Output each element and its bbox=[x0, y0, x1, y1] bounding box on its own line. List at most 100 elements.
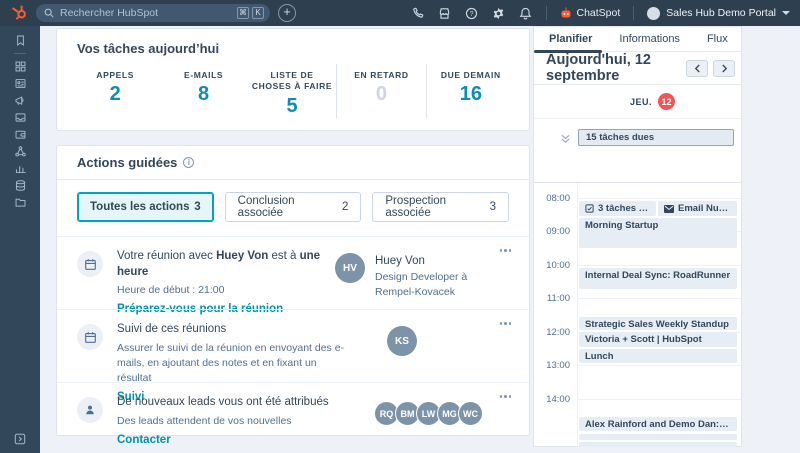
tab-count: 2 bbox=[342, 201, 348, 213]
time-column-divider bbox=[577, 183, 578, 447]
day-number-badge: 12 bbox=[658, 93, 675, 110]
top-navbar: ⌘ K + ? ChatS bbox=[0, 0, 800, 26]
avatar: KS bbox=[387, 326, 417, 356]
time-label: 12:00 bbox=[534, 327, 570, 338]
stat-label: DUE DEMAIN bbox=[431, 70, 511, 81]
time-label: 08:00 bbox=[534, 193, 570, 204]
action-item-title: Suivi de ces réunions bbox=[117, 322, 345, 338]
stat-label: LISTE DE CHOSES À FAIRE bbox=[252, 70, 332, 93]
tab-label: Toutes les actions bbox=[90, 201, 189, 213]
data-database-icon[interactable] bbox=[0, 177, 40, 194]
next-day-button[interactable] bbox=[713, 60, 735, 77]
tasks-stats-row: APPELS 2 E-MAILS 8 LISTE DE CHOSES À FAI… bbox=[57, 62, 529, 118]
global-search[interactable]: ⌘ K bbox=[36, 4, 270, 22]
contact-link[interactable]: Contacter bbox=[117, 434, 345, 446]
stat-value: 8 bbox=[163, 83, 243, 106]
marketing-megaphone-icon[interactable] bbox=[0, 92, 40, 109]
stat-value: 5 bbox=[252, 95, 332, 118]
chatspot-bot-icon bbox=[560, 7, 572, 19]
stat-emails[interactable]: E-MAILS 8 bbox=[159, 64, 247, 118]
portal-name: Sales Hub Demo Portal bbox=[666, 7, 776, 19]
chevron-left-icon bbox=[694, 64, 701, 73]
person-icon bbox=[77, 397, 103, 423]
collapse-panel-icon[interactable] bbox=[0, 433, 40, 445]
event-internal-deal-sync[interactable]: Internal Deal Sync: RoadRunner bbox=[579, 268, 737, 289]
library-folder-icon[interactable] bbox=[0, 194, 40, 211]
time-label: 14:00 bbox=[534, 394, 570, 405]
time-label: 11:00 bbox=[534, 293, 570, 304]
tab-planifier[interactable]: Planifier bbox=[549, 33, 592, 45]
event-partial bbox=[579, 434, 737, 440]
time-label: 13:00 bbox=[534, 360, 570, 371]
email-icon bbox=[664, 205, 674, 213]
hubspot-logo-icon[interactable] bbox=[10, 4, 28, 22]
more-options-icon[interactable] bbox=[496, 391, 516, 402]
bookmark-icon[interactable] bbox=[0, 32, 40, 49]
event-victoria-scott[interactable]: Victoria + Scott | HubSpot bbox=[579, 332, 737, 347]
settings-gear-icon[interactable] bbox=[492, 6, 506, 20]
calling-icon[interactable] bbox=[411, 6, 425, 20]
action-item-subtitle: Assurer le suivi de la réunion en envoya… bbox=[117, 341, 345, 387]
event-weekly-standup[interactable]: Strategic Sales Weekly Standup bbox=[579, 317, 737, 330]
chatspot-button[interactable]: ChatSpot bbox=[560, 7, 621, 19]
action-item-meeting: Votre réunion avec Huey Von est à une he… bbox=[57, 236, 529, 309]
search-input[interactable] bbox=[60, 7, 234, 19]
automations-network-icon[interactable] bbox=[0, 143, 40, 160]
action-item-subtitle: Heure de début : 21:00 bbox=[117, 283, 335, 298]
tab-closing[interactable]: Conclusion associée 2 bbox=[225, 192, 362, 222]
stat-value: 2 bbox=[75, 83, 155, 106]
event-morning-startup[interactable]: Morning Startup bbox=[579, 218, 737, 248]
marketplace-icon[interactable] bbox=[438, 6, 452, 20]
svg-text:?: ? bbox=[470, 10, 474, 17]
event-email[interactable]: Email Numbers… bbox=[658, 201, 737, 216]
event-lunch[interactable]: Lunch bbox=[579, 349, 737, 363]
guided-actions-card: Actions guidées i Toutes les actions 3 C… bbox=[56, 145, 530, 436]
event-partial bbox=[579, 442, 737, 447]
time-label: 09:00 bbox=[534, 226, 570, 237]
contacts-card-icon[interactable] bbox=[0, 75, 40, 92]
chevron-double-down-icon[interactable] bbox=[560, 131, 571, 149]
day-abbreviation: JEU. bbox=[630, 97, 652, 107]
stat-overdue[interactable]: EN RETARD 0 bbox=[336, 64, 425, 118]
create-button[interactable]: + bbox=[278, 4, 296, 22]
stat-calls[interactable]: APPELS 2 bbox=[71, 64, 159, 118]
stat-label: EN RETARD bbox=[341, 70, 421, 81]
navbar-divider bbox=[633, 6, 634, 20]
event-alex-rainford-intro[interactable]: Alex Rainford and Demo Dan: Intro bbox=[579, 417, 737, 431]
planner-panel: Planifier Informations Flux Aujourd'hui,… bbox=[533, 26, 742, 447]
navbar-right-cluster: ? ChatSpot Sales Hub Demo Portal bbox=[411, 0, 791, 26]
sidebar-divider bbox=[14, 53, 26, 54]
info-icon[interactable]: i bbox=[183, 157, 194, 168]
chevron-right-icon bbox=[721, 64, 728, 73]
event-tasks[interactable]: 3 tâches à faire bbox=[579, 201, 656, 216]
tasks-due-button[interactable]: 15 tâches dues bbox=[578, 129, 734, 146]
commerce-wallet-icon[interactable] bbox=[0, 126, 40, 143]
all-day-section: 15 tâches dues bbox=[534, 119, 741, 183]
stat-todo[interactable]: LISTE DE CHOSES À FAIRE 5 bbox=[248, 64, 336, 118]
stat-due-tomorrow[interactable]: DUE DEMAIN 16 bbox=[426, 64, 515, 118]
tab-all-actions[interactable]: Toutes les actions 3 bbox=[77, 192, 214, 222]
prev-day-button[interactable] bbox=[686, 60, 708, 77]
tab-count: 3 bbox=[194, 201, 200, 213]
help-icon[interactable]: ? bbox=[465, 6, 479, 20]
tab-label: Prospection associée bbox=[385, 195, 489, 219]
tab-prospecting[interactable]: Prospection associée 3 bbox=[372, 192, 509, 222]
calendar-grid: 08:00 09:00 10:00 11:00 12:00 13:00 14:0… bbox=[534, 183, 741, 447]
content-inbox-icon[interactable] bbox=[0, 109, 40, 126]
navbar-divider bbox=[546, 6, 547, 20]
shortcut-k-key: K bbox=[252, 7, 264, 19]
workspaces-grid-icon[interactable] bbox=[0, 58, 40, 75]
guided-actions-tabs: Toutes les actions 3 Conclusion associée… bbox=[57, 180, 529, 236]
more-options-icon[interactable] bbox=[496, 245, 516, 256]
account-menu[interactable]: Sales Hub Demo Portal bbox=[647, 7, 790, 20]
action-item-title: Votre réunion avec Huey Von est à une he… bbox=[117, 249, 335, 280]
tab-informations[interactable]: Informations bbox=[619, 33, 680, 45]
reporting-chart-icon[interactable] bbox=[0, 160, 40, 177]
account-avatar bbox=[647, 7, 660, 20]
tab-label: Conclusion associée bbox=[238, 195, 342, 219]
more-options-icon[interactable] bbox=[496, 318, 516, 329]
avatar: WC bbox=[458, 401, 483, 426]
action-item-subtitle: Des leads attendent de vos nouvelles bbox=[117, 414, 345, 429]
tab-flux[interactable]: Flux bbox=[707, 33, 728, 45]
notifications-bell-icon[interactable] bbox=[519, 6, 533, 20]
